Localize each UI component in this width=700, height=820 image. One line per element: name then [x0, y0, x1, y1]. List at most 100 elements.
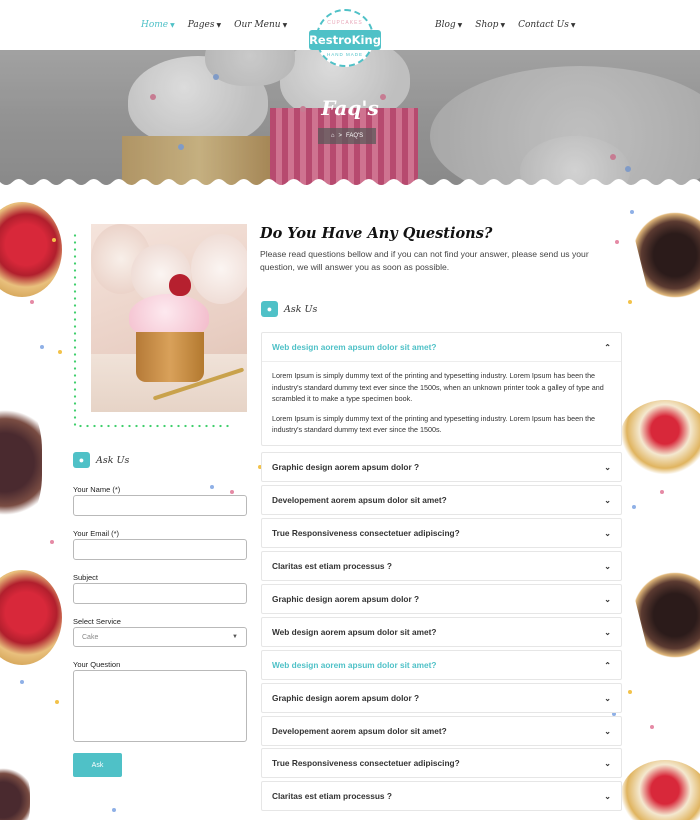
chevron-down-icon: ⌄	[604, 561, 611, 571]
breadcrumb: ⌂ > FAQ'S	[318, 128, 376, 144]
page-title: Faq's	[321, 96, 379, 120]
faq-item: Web design aorem apsum dolor sit amet? ⌃	[261, 650, 622, 680]
caret-down-icon: ▼	[170, 21, 175, 29]
faq-item: Developement aorem apsum dolor sit amet?…	[261, 716, 622, 746]
faq-question-text: Web design aorem apsum dolor sit amet?	[272, 342, 437, 352]
breadcrumb-separator: >	[338, 133, 342, 139]
main-nav-left: Home ▼ Pages ▼ Our Menu ▼	[141, 20, 287, 30]
caret-down-icon: ▼	[500, 21, 506, 29]
subheading-label: Ask Us	[284, 303, 318, 315]
name-field[interactable]	[73, 495, 247, 516]
faq-item: Claritas est etiam processus ? ⌄	[261, 551, 622, 581]
faq-question[interactable]: Web design aorem apsum dolor sit amet? ⌃	[262, 333, 621, 361]
subject-label: Subject	[73, 573, 99, 582]
chat-bubble-icon: ●	[73, 452, 90, 468]
nav-item-our-menu[interactable]: Our Menu ▼	[234, 20, 287, 30]
faq-question[interactable]: True Responsiveness consectetuer adipisc…	[262, 519, 621, 547]
faq-question[interactable]: Claritas est etiam processus ? ⌄	[262, 552, 621, 580]
site-logo[interactable]: CUPCAKES RestroKing HAND MADE	[309, 9, 381, 69]
question-label: Your Question	[73, 660, 121, 669]
faq-item: Developement aorem apsum dolor sit amet?…	[261, 485, 622, 515]
chat-bubble-icon: ●	[261, 301, 278, 317]
nav-label: Home	[141, 20, 169, 30]
faq-question[interactable]: Developement aorem apsum dolor sit amet?…	[262, 717, 621, 745]
nav-item-contact-us[interactable]: Contact Us ▼	[518, 20, 575, 30]
chevron-up-icon: ⌃	[604, 660, 611, 670]
subject-field[interactable]	[73, 583, 247, 604]
chevron-down-icon: ⌄	[604, 791, 611, 801]
nav-label: Shop	[475, 20, 499, 30]
nav-item-shop[interactable]: Shop ▼	[475, 20, 505, 30]
home-icon[interactable]: ⌂	[331, 133, 335, 139]
faq-question-text: Web design aorem apsum dolor sit amet?	[272, 660, 437, 670]
caret-down-icon: ▼	[457, 21, 463, 29]
faq-answer-paragraph: Lorem Ipsum is simply dummy text of the …	[272, 413, 596, 435]
name-label: Your Name (*)	[73, 485, 121, 494]
cookie-bar-image	[628, 198, 700, 312]
chocolate-pastry-image	[0, 765, 30, 820]
question-textarea[interactable]	[73, 670, 247, 742]
faq-question-text: Claritas est etiam processus ?	[272, 561, 392, 571]
faq-item: True Responsiveness consectetuer adipisc…	[261, 748, 622, 778]
nav-label: Pages	[187, 20, 215, 30]
nav-label: Contact Us	[518, 20, 569, 30]
faq-question[interactable]: Web design aorem apsum dolor sit amet? ⌃	[262, 651, 621, 679]
faq-question[interactable]: Web design aorem apsum dolor sit amet? ⌄	[262, 618, 621, 646]
faq-answer: Lorem Ipsum is simply dummy text of the …	[262, 361, 621, 445]
faq-question-text: Graphic design aorem apsum dolor ?	[272, 693, 420, 703]
faq-question[interactable]: Developement aorem apsum dolor sit amet?…	[262, 486, 621, 514]
dotted-border	[77, 424, 233, 428]
faq-question[interactable]: Graphic design aorem apsum dolor ? ⌄	[262, 585, 621, 613]
faq-item: Claritas est etiam processus ? ⌄	[261, 781, 622, 811]
nav-label: Our Menu	[234, 20, 281, 30]
ask-button[interactable]: Ask	[73, 753, 122, 777]
faq-question[interactable]: Claritas est etiam processus ? ⌄	[262, 782, 621, 810]
chevron-down-icon: ⌄	[604, 528, 611, 538]
strawberry-tart-image	[620, 400, 700, 475]
faq-title: Do You Have Any Questions?	[260, 225, 493, 242]
chevron-up-icon: ⌃	[604, 342, 611, 352]
chevron-down-icon: ⌄	[604, 462, 611, 472]
caret-down-icon: ▼	[216, 21, 222, 29]
service-label: Select Service	[73, 617, 121, 626]
faq-question[interactable]: Graphic design aorem apsum dolor ? ⌄	[262, 684, 621, 712]
faq-question-text: Web design aorem apsum dolor sit amet?	[272, 627, 437, 637]
faq-question-text: True Responsiveness consectetuer adipisc…	[272, 528, 460, 538]
logo-tagline-bottom: HAND MADE	[326, 52, 363, 57]
caret-down-icon: ▼	[570, 21, 576, 29]
faq-intro: Please read questions bellow and if you …	[260, 249, 589, 272]
chevron-down-icon: ⌄	[604, 758, 611, 768]
chevron-down-icon: ⌄	[604, 726, 611, 736]
faq-item: True Responsiveness consectetuer adipisc…	[261, 518, 622, 548]
faq-subheading: ● Ask Us	[261, 301, 317, 317]
nav-item-home[interactable]: Home ▼	[141, 20, 175, 30]
fruit-tart-image	[0, 202, 62, 297]
service-selected-value: Cake	[82, 633, 99, 641]
chevron-down-icon: ⌄	[604, 627, 611, 637]
nav-item-pages[interactable]: Pages ▼	[188, 20, 221, 30]
chevron-down-icon: ⌄	[604, 495, 611, 505]
heading-label: Ask Us	[96, 454, 130, 466]
faq-answer-paragraph: Lorem Ipsum is simply dummy text of the …	[272, 371, 604, 404]
fruit-tart-image	[0, 570, 62, 665]
cookie-bar-image	[628, 558, 700, 672]
dotted-border	[73, 232, 77, 427]
cupcake-photo	[91, 224, 247, 412]
email-label: Your Email (*)	[73, 529, 119, 538]
faq-question-text: True Responsiveness consectetuer adipisc…	[272, 758, 460, 768]
faq-question[interactable]: True Responsiveness consectetuer adipisc…	[262, 749, 621, 777]
nav-item-blog[interactable]: Blog ▼	[435, 20, 462, 30]
faq-question-text: Developement aorem apsum dolor sit amet?	[272, 495, 447, 505]
faq-question-text: Graphic design aorem apsum dolor ?	[272, 462, 420, 472]
faq-item: Graphic design aorem apsum dolor ? ⌄	[261, 584, 622, 614]
chevron-down-icon: ⌄	[604, 594, 611, 604]
faq-item: Web design aorem apsum dolor sit amet? ⌄	[261, 617, 622, 647]
email-field[interactable]	[73, 539, 247, 560]
faq-question[interactable]: Graphic design aorem apsum dolor ? ⌄	[262, 453, 621, 481]
service-select[interactable]: Cake ▼	[73, 627, 247, 647]
chocolate-pastry-image	[0, 400, 42, 525]
chevron-down-icon: ⌄	[604, 693, 611, 703]
nav-label: Blog	[435, 20, 456, 30]
caret-down-icon: ▼	[282, 21, 288, 29]
logo-name: RestroKing	[309, 30, 381, 50]
